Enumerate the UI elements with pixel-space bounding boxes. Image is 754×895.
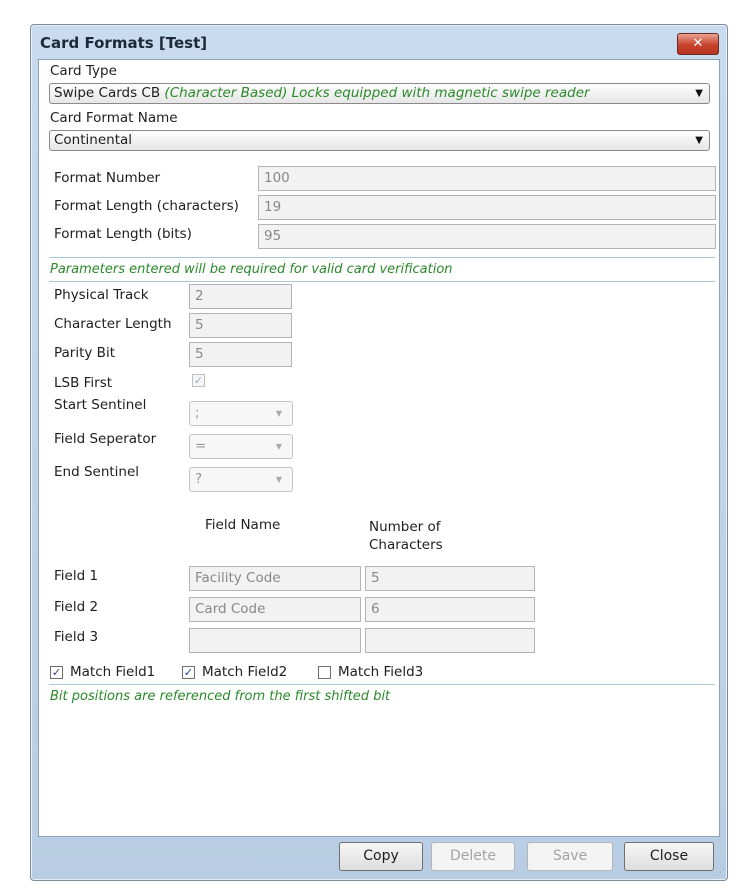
chevron-down-icon: ▼ bbox=[695, 135, 703, 146]
character-length-label: Character Length bbox=[54, 316, 172, 332]
start-sentinel-value: ; bbox=[195, 405, 200, 421]
card-format-name-select[interactable]: Continental ▼ bbox=[49, 130, 710, 151]
field-1-name[interactable]: Facility Code bbox=[189, 566, 361, 591]
chevron-down-icon: ▼ bbox=[275, 475, 282, 484]
field-name-column-header: Field Name bbox=[205, 517, 281, 533]
chevron-down-icon: ▼ bbox=[275, 409, 282, 418]
card-type-value: Swipe Cards CB bbox=[54, 85, 161, 101]
close-button[interactable]: Close bbox=[624, 842, 714, 871]
start-sentinel-label: Start Sentinel bbox=[54, 397, 147, 413]
physical-track-field[interactable]: 2 bbox=[189, 284, 292, 309]
field-separator-label: Field Seperator bbox=[54, 431, 157, 447]
format-length-chars-label: Format Length (characters) bbox=[54, 198, 239, 214]
card-type-select[interactable]: Swipe Cards CB (Character Based) Locks e… bbox=[49, 83, 710, 104]
close-window-button[interactable]: ✕ bbox=[677, 33, 719, 55]
card-format-name-label: Card Format Name bbox=[50, 110, 178, 126]
match-field1-checkbox[interactable]: ✓ bbox=[50, 666, 63, 679]
divider bbox=[49, 281, 715, 282]
save-button[interactable]: Save bbox=[527, 842, 613, 871]
physical-track-label: Physical Track bbox=[54, 287, 149, 303]
character-count-column-header: Number of Characters bbox=[369, 519, 443, 553]
end-sentinel-label: End Sentinel bbox=[54, 464, 140, 480]
format-length-bits-field[interactable]: 95 bbox=[258, 224, 716, 249]
divider bbox=[49, 684, 715, 685]
lsb-first-label: LSB First bbox=[54, 375, 113, 391]
dialog-body: Card Type Swipe Cards CB (Character Base… bbox=[38, 59, 720, 837]
end-sentinel-select[interactable]: ? ▼ bbox=[189, 467, 293, 492]
copy-button[interactable]: Copy bbox=[339, 842, 423, 871]
bit-positions-note: Bit positions are referenced from the fi… bbox=[50, 689, 391, 704]
field-2-label: Field 2 bbox=[54, 599, 99, 615]
lsb-first-checkbox[interactable]: ✓ bbox=[192, 374, 205, 387]
match-field1-label: Match Field1 bbox=[70, 664, 156, 680]
parity-bit-label: Parity Bit bbox=[54, 345, 115, 361]
card-type-description: (Character Based) Locks equipped with ma… bbox=[164, 85, 590, 101]
format-number-field[interactable]: 100 bbox=[258, 166, 716, 191]
card-format-name-value: Continental bbox=[54, 132, 133, 148]
start-sentinel-select[interactable]: ; ▼ bbox=[189, 401, 293, 426]
divider bbox=[49, 257, 715, 258]
delete-button[interactable]: Delete bbox=[431, 842, 515, 871]
card-formats-dialog: Card Formats [Test] ✕ Card Type Swipe Ca… bbox=[30, 24, 728, 881]
match-field2-label: Match Field2 bbox=[202, 664, 288, 680]
format-number-label: Format Number bbox=[54, 170, 161, 186]
character-length-field[interactable]: 5 bbox=[189, 313, 292, 338]
resize-grip-icon[interactable]: ⋰ bbox=[716, 868, 725, 878]
format-length-chars-field[interactable]: 19 bbox=[258, 195, 716, 220]
field-3-label: Field 3 bbox=[54, 629, 99, 645]
card-type-label: Card Type bbox=[50, 63, 117, 79]
window-title: Card Formats [Test] bbox=[40, 34, 208, 52]
format-length-bits-label: Format Length (bits) bbox=[54, 226, 192, 242]
field-3-count[interactable] bbox=[365, 628, 535, 653]
button-bar: Copy Delete Save Close bbox=[38, 837, 718, 875]
field-2-name[interactable]: Card Code bbox=[189, 597, 361, 622]
field-1-count[interactable]: 5 bbox=[365, 566, 535, 591]
parity-bit-field[interactable]: 5 bbox=[189, 342, 292, 367]
match-field2-checkbox[interactable]: ✓ bbox=[182, 666, 195, 679]
match-field3-label: Match Field3 bbox=[338, 664, 424, 680]
field-separator-select[interactable]: = ▼ bbox=[189, 434, 293, 459]
match-field3-checkbox[interactable] bbox=[318, 666, 331, 679]
end-sentinel-value: ? bbox=[195, 471, 203, 487]
field-separator-value: = bbox=[195, 438, 207, 454]
params-note: Parameters entered will be required for … bbox=[50, 262, 453, 277]
field-1-label: Field 1 bbox=[54, 568, 99, 584]
title-bar[interactable]: Card Formats [Test] ✕ bbox=[31, 25, 727, 59]
field-2-count[interactable]: 6 bbox=[365, 597, 535, 622]
chevron-down-icon: ▼ bbox=[695, 88, 703, 99]
field-3-name[interactable] bbox=[189, 628, 361, 653]
chevron-down-icon: ▼ bbox=[275, 442, 282, 451]
